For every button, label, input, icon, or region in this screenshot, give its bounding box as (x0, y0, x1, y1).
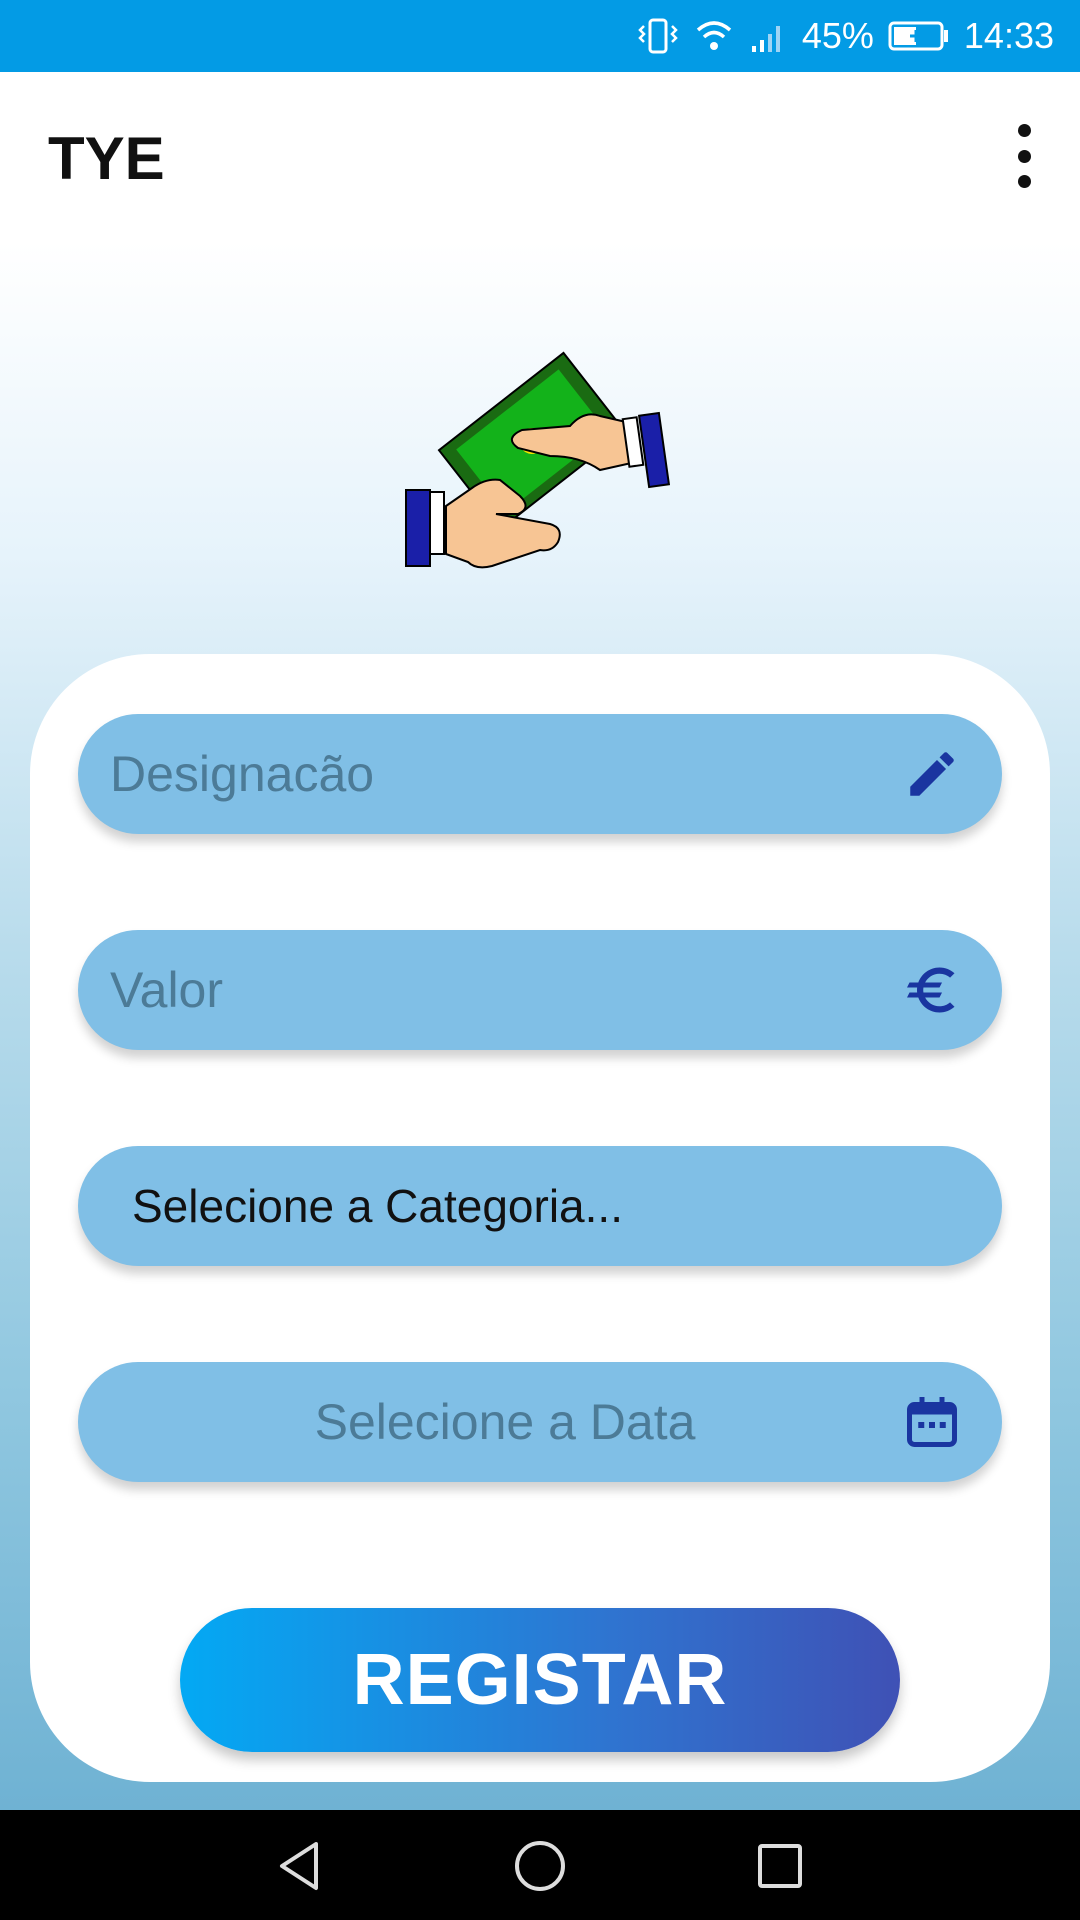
recents-icon[interactable] (752, 1838, 808, 1894)
vibrate-icon (636, 16, 680, 56)
calendar-icon[interactable] (900, 1390, 964, 1454)
date-placeholder: Selecione a Data (314, 1394, 696, 1450)
battery-charging-icon (888, 19, 950, 53)
category-selected-value: Selecione a Categoria... (132, 1180, 623, 1232)
euro-icon (900, 958, 964, 1022)
value-field[interactable]: Valor (78, 930, 1002, 1050)
pencil-icon (900, 742, 964, 806)
home-icon[interactable] (512, 1838, 568, 1894)
app-title: TYE (48, 125, 165, 192)
register-button[interactable]: REGISTAR (180, 1608, 900, 1752)
more-vert-icon[interactable] (998, 124, 1050, 188)
back-icon[interactable] (272, 1838, 328, 1894)
signal-icon (748, 18, 788, 54)
value-placeholder: Valor (110, 962, 224, 1018)
form-card: Designacão Valor Selecione a Categoria..… (30, 654, 1050, 1782)
wifi-icon (694, 18, 734, 54)
date-field[interactable]: Selecione a Data (78, 1362, 1002, 1482)
status-bar: 45% 14:33 (0, 0, 1080, 72)
clock: 14:33 (963, 15, 1054, 56)
battery-percent: 45% (801, 15, 874, 56)
app-bar: TYE (0, 72, 1080, 242)
designation-field[interactable]: Designacão (78, 714, 1002, 834)
system-nav-bar (0, 1810, 1080, 1920)
category-select[interactable]: Selecione a Categoria... (78, 1146, 1002, 1266)
money-exchange-hands-icon (405, 351, 671, 569)
designation-placeholder: Designacão (110, 746, 375, 802)
